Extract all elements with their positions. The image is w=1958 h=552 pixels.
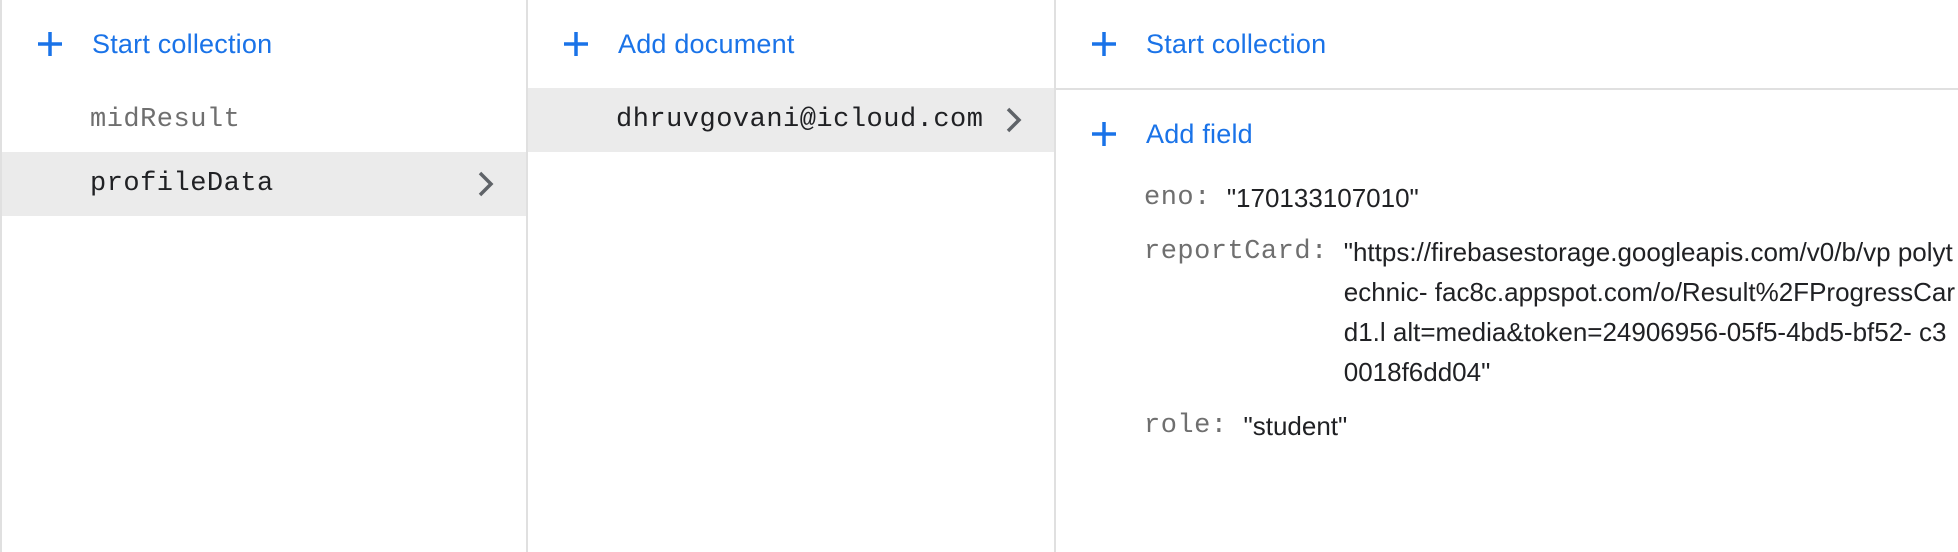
collection-item-label: midResult bbox=[90, 105, 241, 135]
start-collection-label: Start collection bbox=[92, 28, 273, 59]
plus-icon bbox=[560, 28, 592, 60]
plus-icon bbox=[1088, 28, 1120, 60]
collection-item-midresult[interactable]: midResult bbox=[2, 88, 526, 152]
collection-item-profiledata[interactable]: profileData bbox=[2, 152, 526, 216]
add-field-button[interactable]: Add field bbox=[1056, 90, 1958, 178]
plus-icon bbox=[1088, 118, 1120, 150]
field-value: "170133107010" bbox=[1226, 183, 1419, 213]
field-key: reportCard: bbox=[1144, 237, 1328, 267]
collections-panel: Start collection midResult profileData bbox=[2, 0, 528, 552]
field-value: "https://firebasestorage.googleapis.com/… bbox=[1343, 237, 1956, 387]
firestore-data-viewer: Start collection midResult profileData A… bbox=[0, 0, 1958, 552]
field-row-role[interactable]: role: "student" bbox=[1144, 406, 1958, 446]
chevron-right-icon bbox=[1004, 105, 1024, 135]
plus-icon bbox=[34, 28, 66, 60]
field-row-eno[interactable]: eno: "170133107010" bbox=[1144, 178, 1958, 218]
start-subcollection-label: Start collection bbox=[1146, 28, 1327, 59]
chevron-right-icon bbox=[476, 169, 496, 199]
start-subcollection-button[interactable]: Start collection bbox=[1056, 0, 1958, 88]
document-item-label: dhruvgovani@icloud.com bbox=[616, 105, 984, 135]
document-item[interactable]: dhruvgovani@icloud.com bbox=[528, 88, 1054, 152]
collection-item-label: profileData bbox=[90, 169, 274, 199]
add-document-label: Add document bbox=[618, 28, 795, 59]
document-detail-panel: Start collection Add field eno: "1701331… bbox=[1056, 0, 1958, 552]
field-key: role: bbox=[1144, 411, 1228, 441]
field-row-reportcard[interactable]: reportCard: "https://firebasestorage.goo… bbox=[1144, 232, 1958, 392]
field-value: "student" bbox=[1243, 411, 1348, 441]
add-document-button[interactable]: Add document bbox=[528, 0, 1054, 88]
field-key: eno: bbox=[1144, 183, 1211, 213]
documents-panel: Add document dhruvgovani@icloud.com bbox=[528, 0, 1056, 552]
field-list: eno: "170133107010" reportCard: "https:/… bbox=[1056, 178, 1958, 446]
add-field-label: Add field bbox=[1146, 118, 1253, 149]
start-collection-button[interactable]: Start collection bbox=[2, 0, 526, 88]
